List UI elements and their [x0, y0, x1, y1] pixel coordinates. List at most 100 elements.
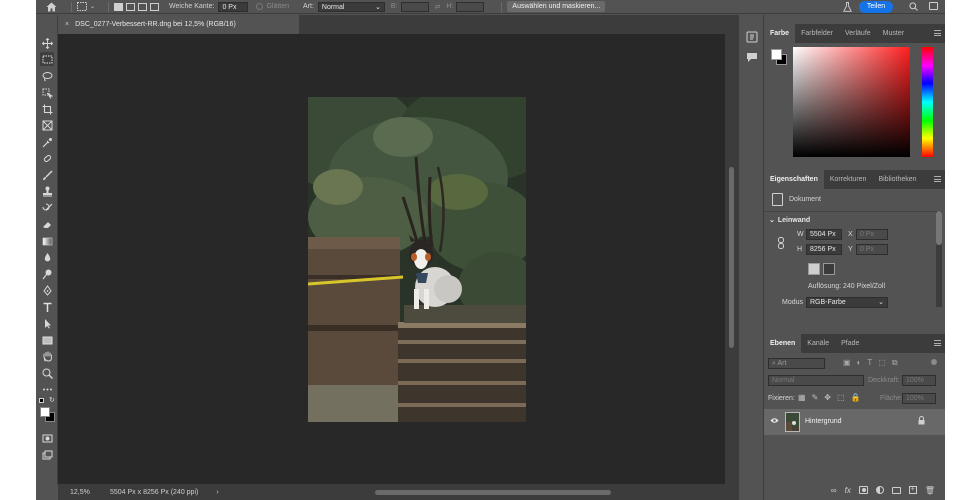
adjustment-filter-icon[interactable]: ◐ — [857, 358, 862, 368]
panel-menu-icon[interactable] — [934, 30, 941, 36]
lasso-tool[interactable] — [40, 69, 54, 83]
link-layers-icon[interactable]: ∞ — [831, 486, 837, 495]
workspace-icon[interactable] — [929, 2, 938, 10]
type-filter-icon[interactable]: T — [867, 358, 872, 368]
lock-position-icon[interactable]: ✥ — [824, 393, 831, 402]
fg-color-swatch[interactable] — [40, 407, 50, 417]
smart-object-filter-icon[interactable]: ⧉ — [892, 358, 898, 368]
type-tool[interactable] — [40, 300, 54, 314]
object-selection-tool[interactable] — [40, 86, 54, 100]
swap-icon[interactable]: ⇄ — [435, 3, 441, 11]
move-tool[interactable] — [40, 36, 54, 50]
tab-muster[interactable]: Muster — [877, 24, 910, 43]
frame-tool[interactable] — [40, 118, 54, 132]
color-swatches[interactable]: ↻ — [39, 397, 55, 424]
new-group-icon[interactable] — [891, 486, 901, 494]
share-button[interactable]: Teilen — [859, 1, 893, 13]
filter-toggle-icon[interactable] — [931, 359, 937, 365]
zoom-tool[interactable] — [40, 366, 54, 380]
clone-stamp-tool[interactable] — [40, 184, 54, 198]
search-icon[interactable] — [909, 2, 918, 13]
canvas-section-header[interactable]: ⌄ Leinwand — [769, 216, 810, 224]
history-panel-icon[interactable] — [746, 31, 758, 43]
canvas-width-input[interactable]: 5504 Px — [806, 229, 842, 240]
home-button[interactable] — [36, 0, 66, 14]
dodge-tool[interactable] — [40, 267, 54, 281]
pen-tool[interactable] — [40, 283, 54, 297]
marquee-preset-button[interactable]: ⌄ — [77, 2, 95, 11]
link-dimensions-icon[interactable] — [778, 237, 784, 251]
canvas-area[interactable] — [58, 34, 725, 484]
intersect-selection-icon[interactable] — [150, 2, 160, 11]
tab-farbfelder[interactable]: Farbfelder — [795, 24, 839, 43]
opacity-input[interactable]: 100% — [902, 375, 936, 386]
healing-brush-tool[interactable] — [40, 151, 54, 165]
eyedropper-tool[interactable] — [40, 135, 54, 149]
lock-all-icon[interactable]: 🔒 — [851, 393, 861, 402]
path-selection-tool[interactable] — [40, 316, 54, 330]
lock-icons[interactable]: ▦ ✎ ✥ ⬚ 🔒 — [798, 393, 861, 402]
new-selection-icon[interactable] — [114, 2, 124, 11]
rect-marquee-tool[interactable] — [40, 52, 54, 66]
blend-mode-select[interactable]: Normal — [768, 375, 864, 386]
hand-tool[interactable] — [40, 349, 54, 363]
width-input[interactable] — [400, 1, 429, 12]
screen-mode-icon[interactable] — [40, 448, 54, 462]
properties-scroll-thumb[interactable] — [936, 211, 942, 245]
layer-filter-input[interactable]: ⌕ Art — [768, 358, 825, 369]
vertical-scrollbar[interactable] — [725, 34, 738, 484]
canvas-height-input[interactable]: 8256 Px — [806, 244, 842, 255]
pixel-filter-icon[interactable]: ▣ — [843, 358, 851, 368]
quick-mask-icon[interactable] — [40, 431, 54, 445]
smooth-checkbox[interactable] — [256, 3, 264, 10]
layer-name[interactable]: Hintergrund — [805, 418, 842, 425]
new-layer-icon[interactable]: + — [908, 486, 917, 494]
gradient-tool[interactable] — [40, 234, 54, 248]
tab-verlaeufe[interactable]: Verläufe — [839, 24, 877, 43]
document-tab[interactable]: × DSC_0277-Verbessert-RR.dng bei 12,5% (… — [58, 15, 299, 34]
tab-korrekturen[interactable]: Korrekturen — [824, 170, 873, 189]
vertical-scroll-thumb[interactable] — [729, 167, 734, 348]
adjustment-layer-icon[interactable] — [875, 486, 884, 494]
height-input[interactable] — [456, 1, 485, 12]
foreground-color-swatch[interactable] — [771, 49, 782, 60]
add-mask-icon[interactable] — [858, 486, 868, 494]
add-selection-icon[interactable] — [126, 2, 136, 11]
panel-menu-icon[interactable] — [934, 176, 941, 182]
panel-menu-icon[interactable] — [934, 340, 941, 346]
close-tab-icon[interactable]: × — [65, 21, 69, 28]
feather-input[interactable]: 0 Px — [218, 1, 249, 12]
comments-panel-icon[interactable] — [746, 51, 758, 63]
more-tools-icon[interactable] — [40, 382, 54, 396]
tab-pfade[interactable]: Pfade — [835, 334, 865, 353]
fill-input[interactable]: 100% — [902, 393, 936, 404]
delete-layer-icon[interactable]: 🗑 — [925, 486, 935, 495]
shape-filter-icon[interactable]: ⬚ — [878, 358, 886, 368]
tab-eigenschaften[interactable]: Eigenschaften — [764, 170, 824, 189]
default-colors-icon[interactable] — [39, 398, 44, 403]
tab-ebenen[interactable]: Ebenen — [764, 334, 802, 353]
crop-tool[interactable] — [40, 102, 54, 116]
tab-farbe[interactable]: Farbe — [764, 24, 796, 43]
canvas-x-input[interactable]: 0 Px — [856, 229, 888, 240]
style-select[interactable]: Normal ⌄ — [317, 1, 385, 12]
layer-row-background[interactable]: Hintergrund — [764, 409, 945, 435]
mode-select[interactable]: RGB-Farbe ⌄ — [806, 297, 888, 308]
properties-scrollbar[interactable] — [936, 211, 942, 307]
layer-filter-icons[interactable]: ▣ ◐ T ⬚ ⧉ — [843, 358, 898, 368]
select-and-mask-button[interactable]: Auswählen und maskieren... — [507, 1, 606, 12]
tab-kanaele[interactable]: Kanäle — [801, 334, 835, 353]
landscape-orientation-button[interactable] — [823, 263, 835, 275]
brush-tool[interactable] — [40, 168, 54, 182]
portrait-orientation-button[interactable] — [808, 263, 820, 275]
history-brush-tool[interactable] — [40, 201, 54, 215]
document-image[interactable] — [308, 97, 526, 422]
lock-pixels-icon[interactable]: ✎ — [812, 393, 819, 402]
rectangle-tool[interactable] — [40, 333, 54, 347]
flask-icon[interactable] — [843, 2, 852, 14]
hue-slider[interactable] — [922, 47, 933, 157]
canvas-y-input[interactable]: 0 Px — [856, 244, 888, 255]
lock-transparency-icon[interactable]: ▦ — [798, 393, 806, 402]
zoom-level[interactable]: 12,5% — [58, 489, 98, 496]
saturation-brightness-field[interactable] — [793, 47, 910, 157]
